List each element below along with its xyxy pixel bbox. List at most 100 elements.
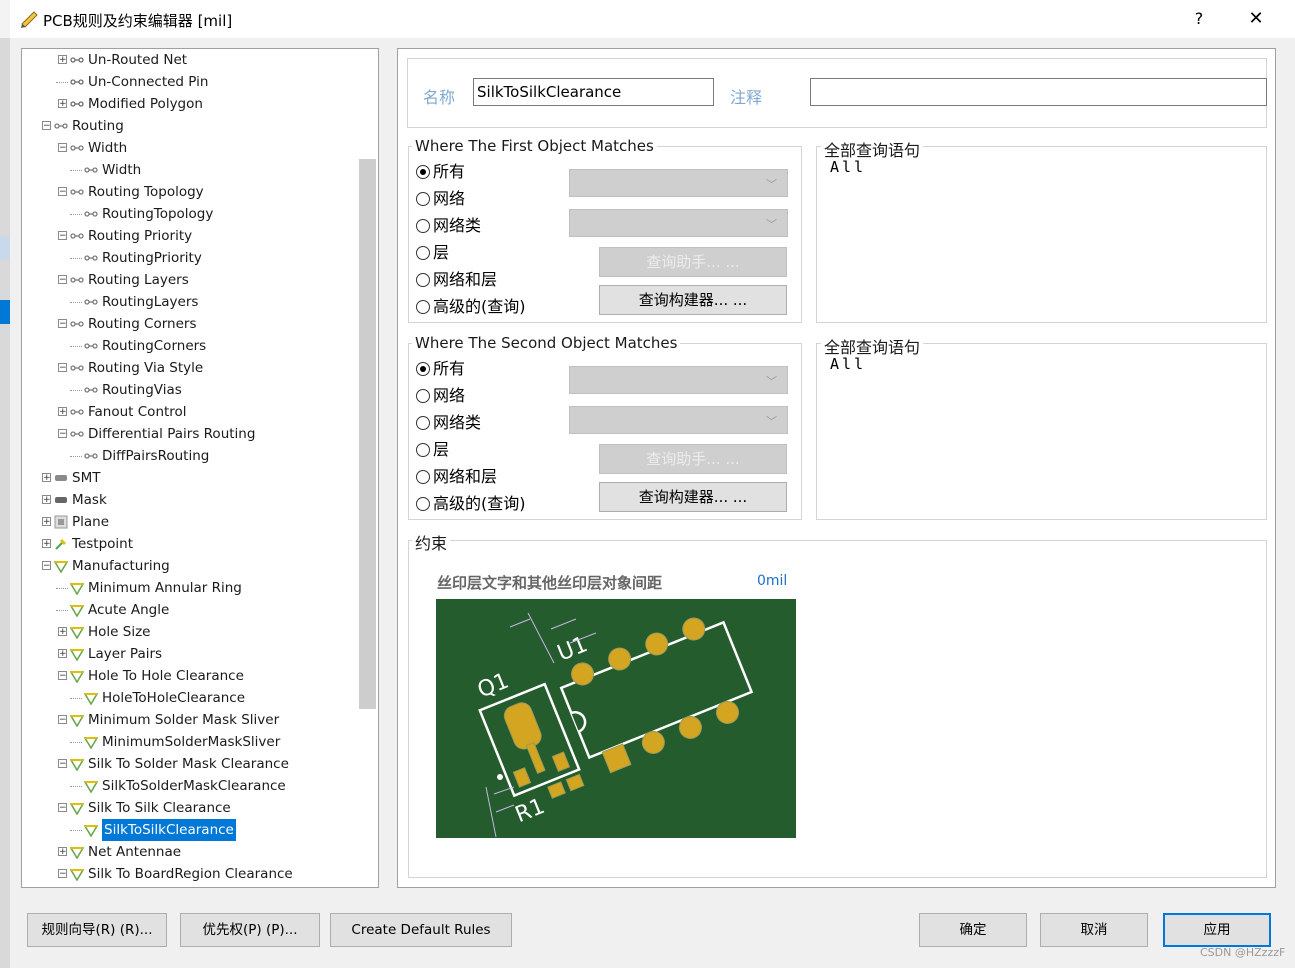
first_match-option[interactable]: 层 [416,241,556,265]
expand-icon[interactable]: + [42,539,51,549]
first_match-option[interactable]: 网络类 [416,214,556,238]
expand-icon[interactable]: + [58,847,67,857]
tree-item[interactable]: Un-Connected Pin [22,71,358,93]
tree-item[interactable]: RoutingPriority [22,247,358,269]
tree-item[interactable]: + Layer Pairs [22,643,358,665]
tree-item[interactable]: + Fanout Control [22,401,358,423]
collapse-icon[interactable]: − [58,759,67,769]
expand-icon[interactable]: + [42,517,51,527]
second_match-option[interactable]: 网络 [416,384,556,408]
radio-button-icon[interactable] [416,416,430,430]
second_match-option[interactable]: 所有 [416,357,556,381]
ok-button[interactable]: 确定 [919,913,1027,947]
tree-item[interactable]: + Plane [22,511,358,533]
tree-item[interactable]: Width [22,159,358,181]
first_match-option[interactable]: 网络 [416,187,556,211]
radio-button-icon[interactable] [416,443,430,457]
second-netclass-combo[interactable]: ﹀ [569,406,788,434]
tree-item[interactable]: Acute Angle [22,599,358,621]
tree-item[interactable]: + Net Antennae [22,841,358,863]
collapse-icon[interactable]: − [42,561,51,571]
radio-button-icon[interactable] [416,470,430,484]
rule-comment-input[interactable] [810,78,1267,106]
expand-icon[interactable]: + [42,473,51,483]
tree-item[interactable]: MinimumSolderMaskSliver [22,731,358,753]
first-query-builder-button[interactable]: 查询构建器... ... [599,285,787,315]
cancel-button[interactable]: 取消 [1040,913,1148,947]
collapse-icon[interactable]: − [58,187,67,197]
collapse-icon[interactable]: − [42,121,51,131]
radio-button-icon[interactable] [416,246,430,260]
tree-item[interactable]: − Silk To BoardRegion Clearance [22,863,358,885]
tree-item[interactable]: HoleToHoleClearance [22,687,358,709]
priority-button[interactable]: 优先权(P) (P)... [180,913,320,947]
expand-icon[interactable]: + [58,627,67,637]
tree-item[interactable]: − Hole To Hole Clearance [22,665,358,687]
second-query-helper-button[interactable]: 查询助手... ... [599,444,787,474]
tree-item[interactable]: SilkToSolderMaskClearance [22,775,358,797]
tree-item[interactable]: − Routing Via Style [22,357,358,379]
tree-item[interactable]: − Routing Priority [22,225,358,247]
tree-item[interactable]: RoutingVias [22,379,358,401]
tree-item[interactable]: RoutingCorners [22,335,358,357]
expand-icon[interactable]: + [42,495,51,505]
tree-item[interactable]: − Silk To Silk Clearance [22,797,358,819]
rules-tree[interactable]: + Un-Routed Net Un-Connected Pin + Modified … [21,48,379,888]
second_match-option[interactable]: 网络类 [416,411,556,435]
expand-icon[interactable]: + [58,55,67,65]
collapse-icon[interactable]: − [58,715,67,725]
silk-clearance-value[interactable]: 0mil [757,573,787,589]
second-query-builder-button[interactable]: 查询构建器... ... [599,482,787,512]
second_match-option[interactable]: 高级的(查询) [416,492,556,516]
tree-item[interactable]: + Mask [22,489,358,511]
collapse-icon[interactable]: − [58,231,67,241]
rule-wizard-button[interactable]: 规则向导(R) (R)... [27,913,167,947]
radio-button-icon[interactable] [416,273,430,287]
rule-name-input[interactable]: SilkToSilkClearance [473,78,714,106]
collapse-icon[interactable]: − [58,143,67,153]
collapse-icon[interactable]: − [58,319,67,329]
collapse-icon[interactable]: − [58,275,67,285]
tree-item[interactable]: − Routing Layers [22,269,358,291]
expand-icon[interactable]: + [58,99,67,109]
tree-item[interactable]: RoutingTopology [22,203,358,225]
radio-button-icon[interactable] [416,192,430,206]
tree-item[interactable]: SilkToSilkClearance [22,819,358,841]
first-net-combo[interactable]: ﹀ [569,169,788,197]
expand-icon[interactable]: + [58,649,67,659]
tree-item[interactable]: + Un-Routed Net [22,49,358,71]
tree-item[interactable]: + SMT [22,467,358,489]
create-default-rules-button[interactable]: Create Default Rules [330,913,512,947]
tree-item[interactable]: − Routing Topology [22,181,358,203]
tree-item[interactable]: + Testpoint [22,533,358,555]
tree-item[interactable]: − Width [22,137,358,159]
radio-button-icon[interactable] [416,165,430,179]
second-net-combo[interactable]: ﹀ [569,366,788,394]
first-full-query-text[interactable]: All [830,158,866,176]
radio-button-icon[interactable] [416,497,430,511]
collapse-icon[interactable]: − [58,363,67,373]
second_match-option[interactable]: 网络和层 [416,465,556,489]
second_match-option[interactable]: 层 [416,438,556,462]
radio-button-icon[interactable] [416,389,430,403]
second-full-query-text[interactable]: All [830,355,866,373]
first-query-helper-button[interactable]: 查询助手... ... [599,247,787,277]
tree-item[interactable]: − Routing [22,115,358,137]
tree-item[interactable]: + Hole Size [22,621,358,643]
tree-scroll-thumb[interactable] [359,159,376,709]
first_match-option[interactable]: 网络和层 [416,268,556,292]
expand-icon[interactable]: + [58,407,67,417]
radio-button-icon[interactable] [416,300,430,314]
first_match-option[interactable]: 高级的(查询) [416,295,556,319]
collapse-icon[interactable]: − [58,671,67,681]
tree-item[interactable]: DiffPairsRouting [22,445,358,467]
apply-button[interactable]: 应用 [1163,913,1271,947]
tree-item[interactable]: − Silk To Solder Mask Clearance [22,753,358,775]
radio-button-icon[interactable] [416,362,430,376]
collapse-icon[interactable]: − [58,869,67,879]
tree-item[interactable]: − Manufacturing [22,555,358,577]
close-button[interactable]: ✕ [1242,6,1270,32]
first_match-option[interactable]: 所有 [416,160,556,184]
tree-item[interactable]: − Differential Pairs Routing [22,423,358,445]
tree-item[interactable]: Minimum Annular Ring [22,577,358,599]
